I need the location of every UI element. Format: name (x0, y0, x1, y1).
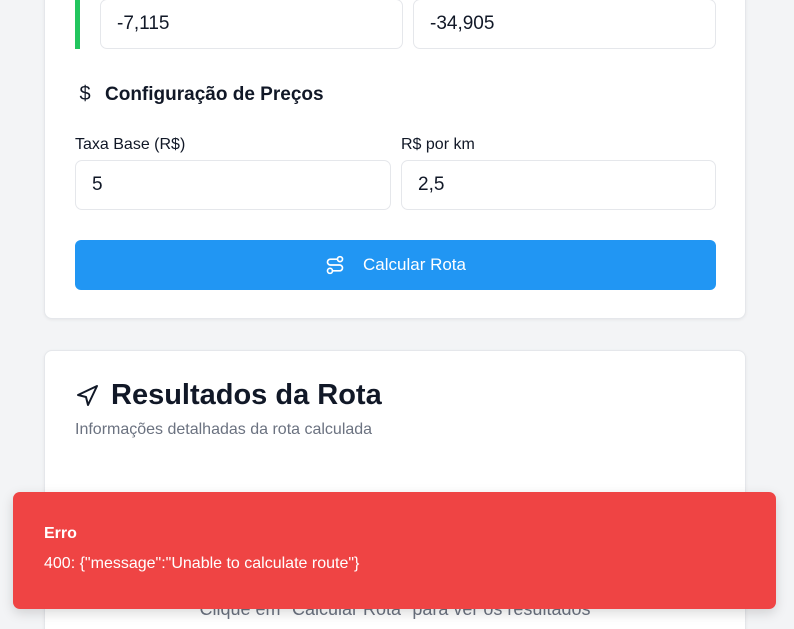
base-fee-input[interactable]: 5 (75, 160, 391, 210)
per-km-label: R$ por km (401, 136, 475, 153)
route-icon (326, 255, 344, 275)
pricing-section-label: Configuração de Preços (105, 83, 324, 105)
dollar-icon: $ (79, 83, 91, 105)
toast-title: Erro (44, 525, 77, 542)
navigation-icon (77, 384, 98, 406)
base-fee-label: Taxa Base (R$) (75, 136, 186, 153)
results-title-text: Resultados da Rota (111, 379, 382, 411)
results-subtitle: Informações detalhadas da rota calculada (75, 421, 373, 438)
calculate-route-label: Calcular Rota (363, 255, 466, 274)
calculate-route-button[interactable]: Calcular Rota (75, 240, 716, 290)
toast-message: 400: {"message":"Unable to calculate rou… (44, 555, 360, 572)
pricing-section-title: $ Configuração de Preços (75, 83, 324, 106)
page: -7,115 -34,905 $ Configuração de Preços … (0, 0, 794, 629)
route-form-card: -7,115 -34,905 $ Configuração de Preços … (44, 0, 746, 319)
longitude-input[interactable]: -34,905 (413, 0, 716, 49)
per-km-input[interactable]: 2,5 (401, 160, 716, 210)
coordinates-accent-bar (75, 0, 80, 49)
latitude-input[interactable]: -7,115 (100, 0, 403, 49)
results-title: Resultados da Rota (75, 379, 382, 412)
error-toast[interactable]: Erro 400: {"message":"Unable to calculat… (13, 492, 776, 609)
